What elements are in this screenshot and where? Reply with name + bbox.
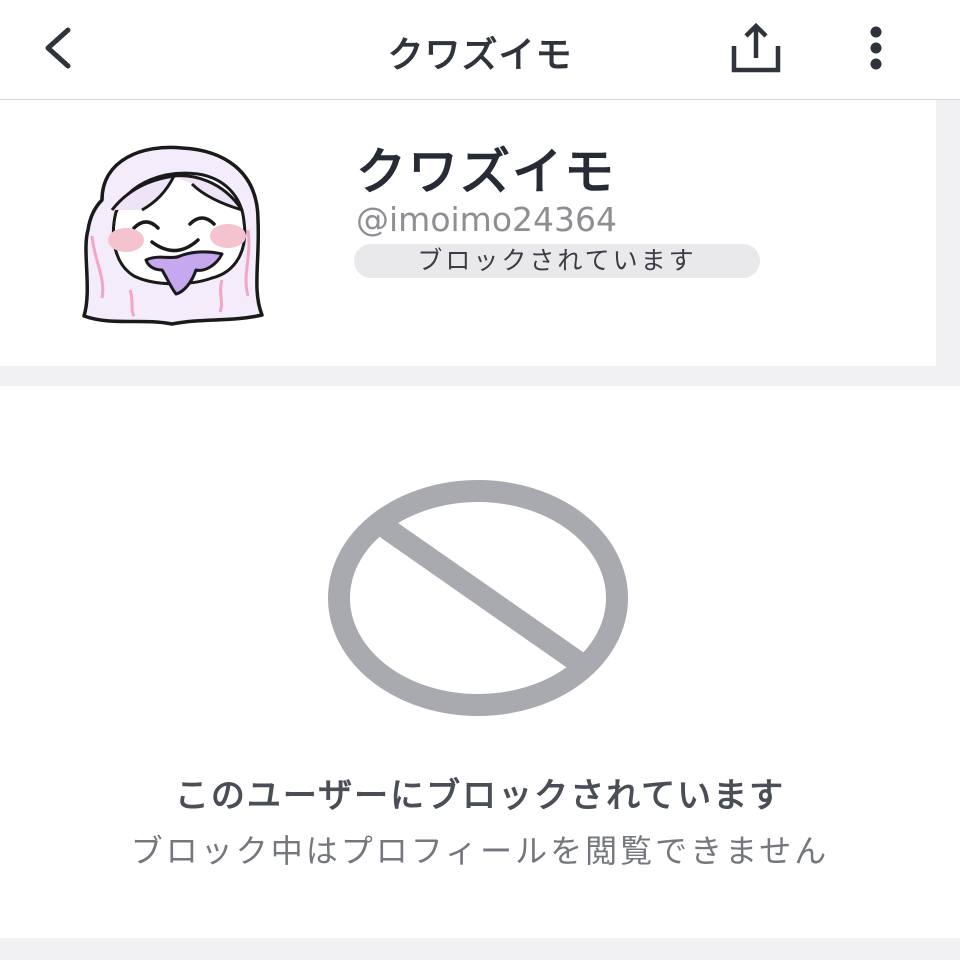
share-button[interactable] <box>726 20 786 80</box>
prohibited-icon <box>326 478 636 718</box>
section-divider <box>0 366 960 386</box>
avatar <box>72 140 272 330</box>
bottom-divider <box>0 938 960 960</box>
top-navigation-bar: クワズイモ <box>0 0 960 100</box>
share-icon <box>731 22 781 73</box>
profile-handle: @imoimo24364 <box>356 200 617 239</box>
blocked-status-badge: ブロックされています <box>354 244 760 278</box>
blocked-message: このユーザーにブロックされています <box>174 776 786 816</box>
blocked-sub-message: ブロック中はプロフィールを閲覧できません <box>130 832 830 870</box>
avatar-illustration <box>82 145 264 326</box>
profile-card-edge <box>936 100 960 366</box>
more-options-button[interactable] <box>852 22 900 76</box>
more-vertical-icon <box>870 26 882 70</box>
profile-display-name: クワズイモ <box>356 143 616 201</box>
page-title: クワズイモ <box>387 35 573 76</box>
